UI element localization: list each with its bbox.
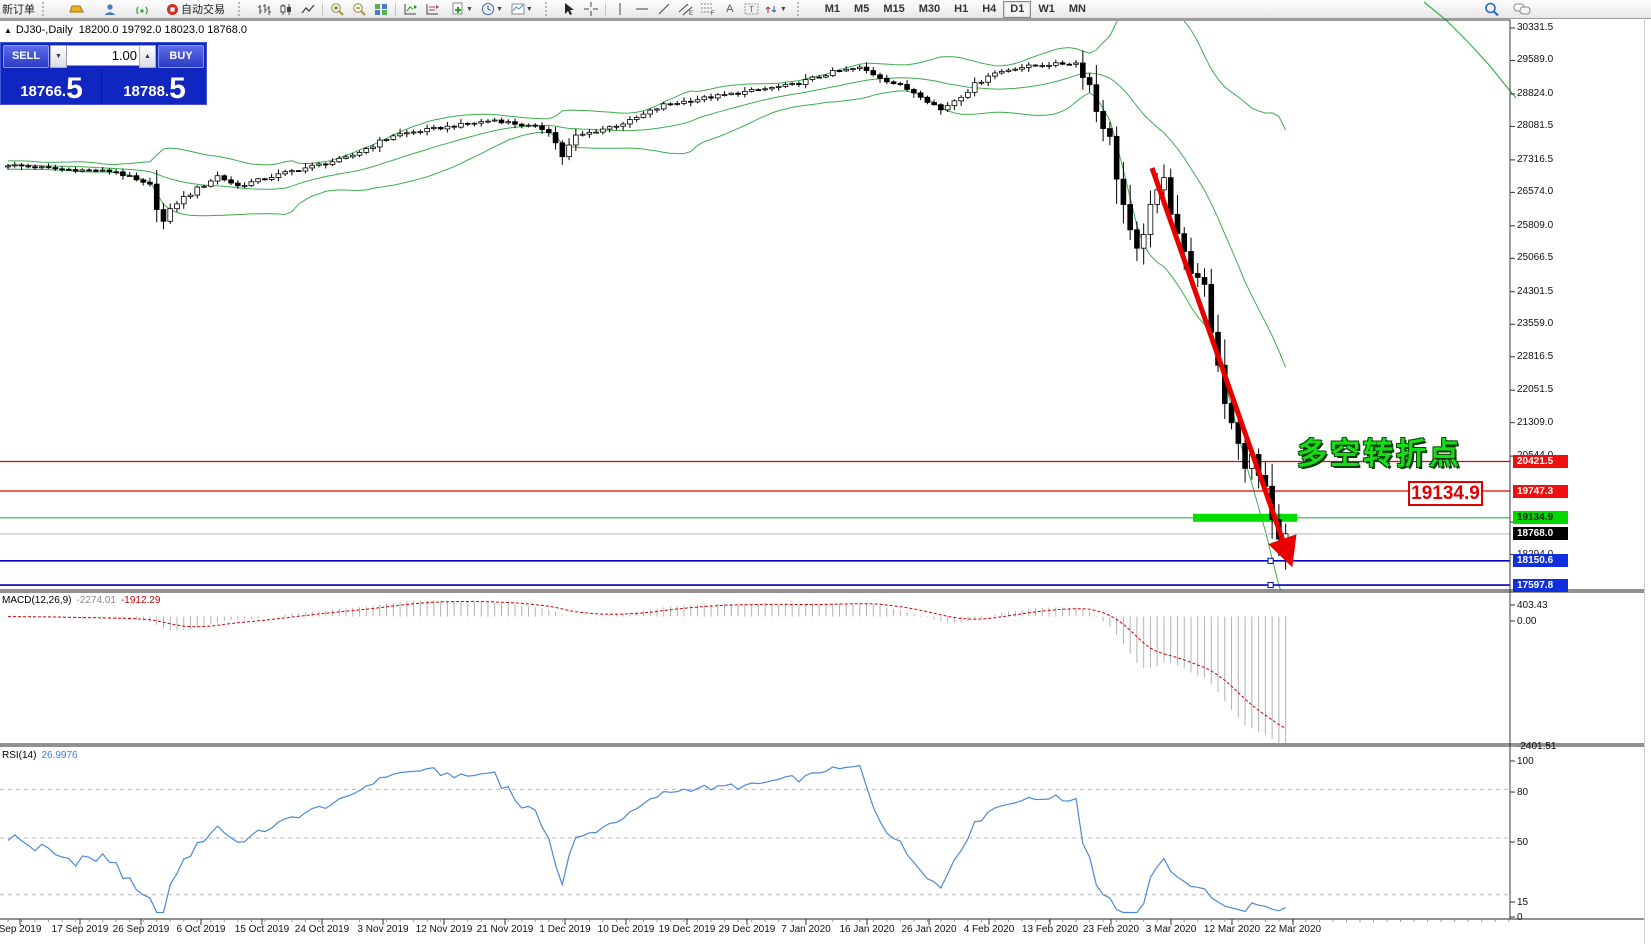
one-click-trading-panel: SELL ▼ ▲ BUY 18766.5 18788.5 <box>0 42 207 105</box>
price-tick-25066.5: 25066.5 <box>1517 252 1553 263</box>
price-tick-21309.0: 21309.0 <box>1517 417 1553 428</box>
rsi-axis-50: 50 <box>1517 837 1528 848</box>
price-tag-annotation[interactable]: 19134.9 <box>1408 481 1483 506</box>
chart-title: ▲ DJ30-,Daily 18200.0 19792.0 18023.0 1876… <box>4 24 247 36</box>
turning-point-annotation[interactable]: 多空转折点 <box>1297 429 1462 473</box>
candles <box>6 51 1288 570</box>
sell-button[interactable]: SELL <box>3 45 49 68</box>
price-level-label-18768.0: 18768.0 <box>1513 527 1568 540</box>
rsi-indicator <box>0 766 1510 913</box>
chart-ohlc-values: 18200.0 19792.0 18023.0 18768.0 <box>79 24 247 36</box>
buy-price-main: 18788. <box>123 82 169 102</box>
price-tick-28824.0: 28824.0 <box>1517 88 1553 99</box>
sell-price-big-digit: 5 <box>66 76 83 102</box>
macd-name: MACD(12,26,9) <box>2 595 71 606</box>
macd-axis-403.43: 403.43 <box>1517 600 1548 611</box>
macd-axis--2401.51: -2401.51 <box>1517 741 1556 752</box>
price-level-label-17597.8: 17597.8 <box>1513 579 1568 592</box>
rsi-axis-100: 100 <box>1517 756 1534 767</box>
collapse-icon[interactable]: ▲ <box>4 26 12 35</box>
buy-price[interactable]: 18788.5 <box>105 69 204 104</box>
price-tick-29589.0: 29589.0 <box>1517 54 1553 65</box>
macd-indicator-label: MACD(12,26,9) -2274.01 -1912.29 <box>2 595 160 606</box>
price-tick-25809.0: 25809.0 <box>1517 220 1553 231</box>
price-tick-22051.5: 22051.5 <box>1517 384 1553 395</box>
trend-arrow[interactable] <box>1152 168 1289 558</box>
mt4-terminal-window: 新订单 自动交易 <box>0 0 1651 944</box>
macd-indicator <box>8 601 1286 744</box>
rsi-axis-80: 80 <box>1517 787 1528 798</box>
price-level-label-18150.6: 18150.6 <box>1513 554 1568 567</box>
hline-handle[interactable] <box>1268 582 1273 587</box>
band-arc <box>1424 2 1516 98</box>
chart-symbol-period: DJ30-,Daily <box>16 24 73 36</box>
buy-button[interactable]: BUY <box>158 45 204 68</box>
buy-price-big-digit: 5 <box>169 76 186 102</box>
rsi-axis-0: 0 <box>1517 912 1523 923</box>
sell-price[interactable]: 18766.5 <box>2 69 102 104</box>
macd-axis-0.00: 0.00 <box>1517 616 1536 627</box>
rsi-name: RSI(14) <box>2 750 36 761</box>
rsi-axis-15: 15 <box>1517 897 1528 908</box>
hline-handle[interactable] <box>1268 558 1273 563</box>
price-tick-28081.5: 28081.5 <box>1517 120 1553 131</box>
price-tick-24301.5: 24301.5 <box>1517 286 1553 297</box>
price-tick-22816.5: 22816.5 <box>1517 351 1553 362</box>
price-level-label-19134.9: 19134.9 <box>1513 511 1568 524</box>
price-tick-23559.0: 23559.0 <box>1517 318 1553 329</box>
macd-main-value: -2274.01 <box>76 595 115 606</box>
price-tick-30331.5: 30331.5 <box>1517 22 1553 33</box>
sell-price-main: 18766. <box>20 82 66 102</box>
volume-input[interactable] <box>66 45 141 66</box>
macd-signal-value: -1912.29 <box>121 595 160 606</box>
price-tick-27316.5: 27316.5 <box>1517 154 1553 165</box>
volume-increase-button[interactable]: ▲ <box>139 45 156 68</box>
rsi-value: 26.9976 <box>41 750 77 761</box>
volume-decrease-button[interactable]: ▼ <box>50 45 67 68</box>
rsi-indicator-label: RSI(14) 26.9976 <box>2 750 78 761</box>
price-level-label-20421.5: 20421.5 <box>1513 455 1568 468</box>
price-tick-26574.0: 26574.0 <box>1517 186 1553 197</box>
price-level-label-19747.3: 19747.3 <box>1513 485 1568 498</box>
